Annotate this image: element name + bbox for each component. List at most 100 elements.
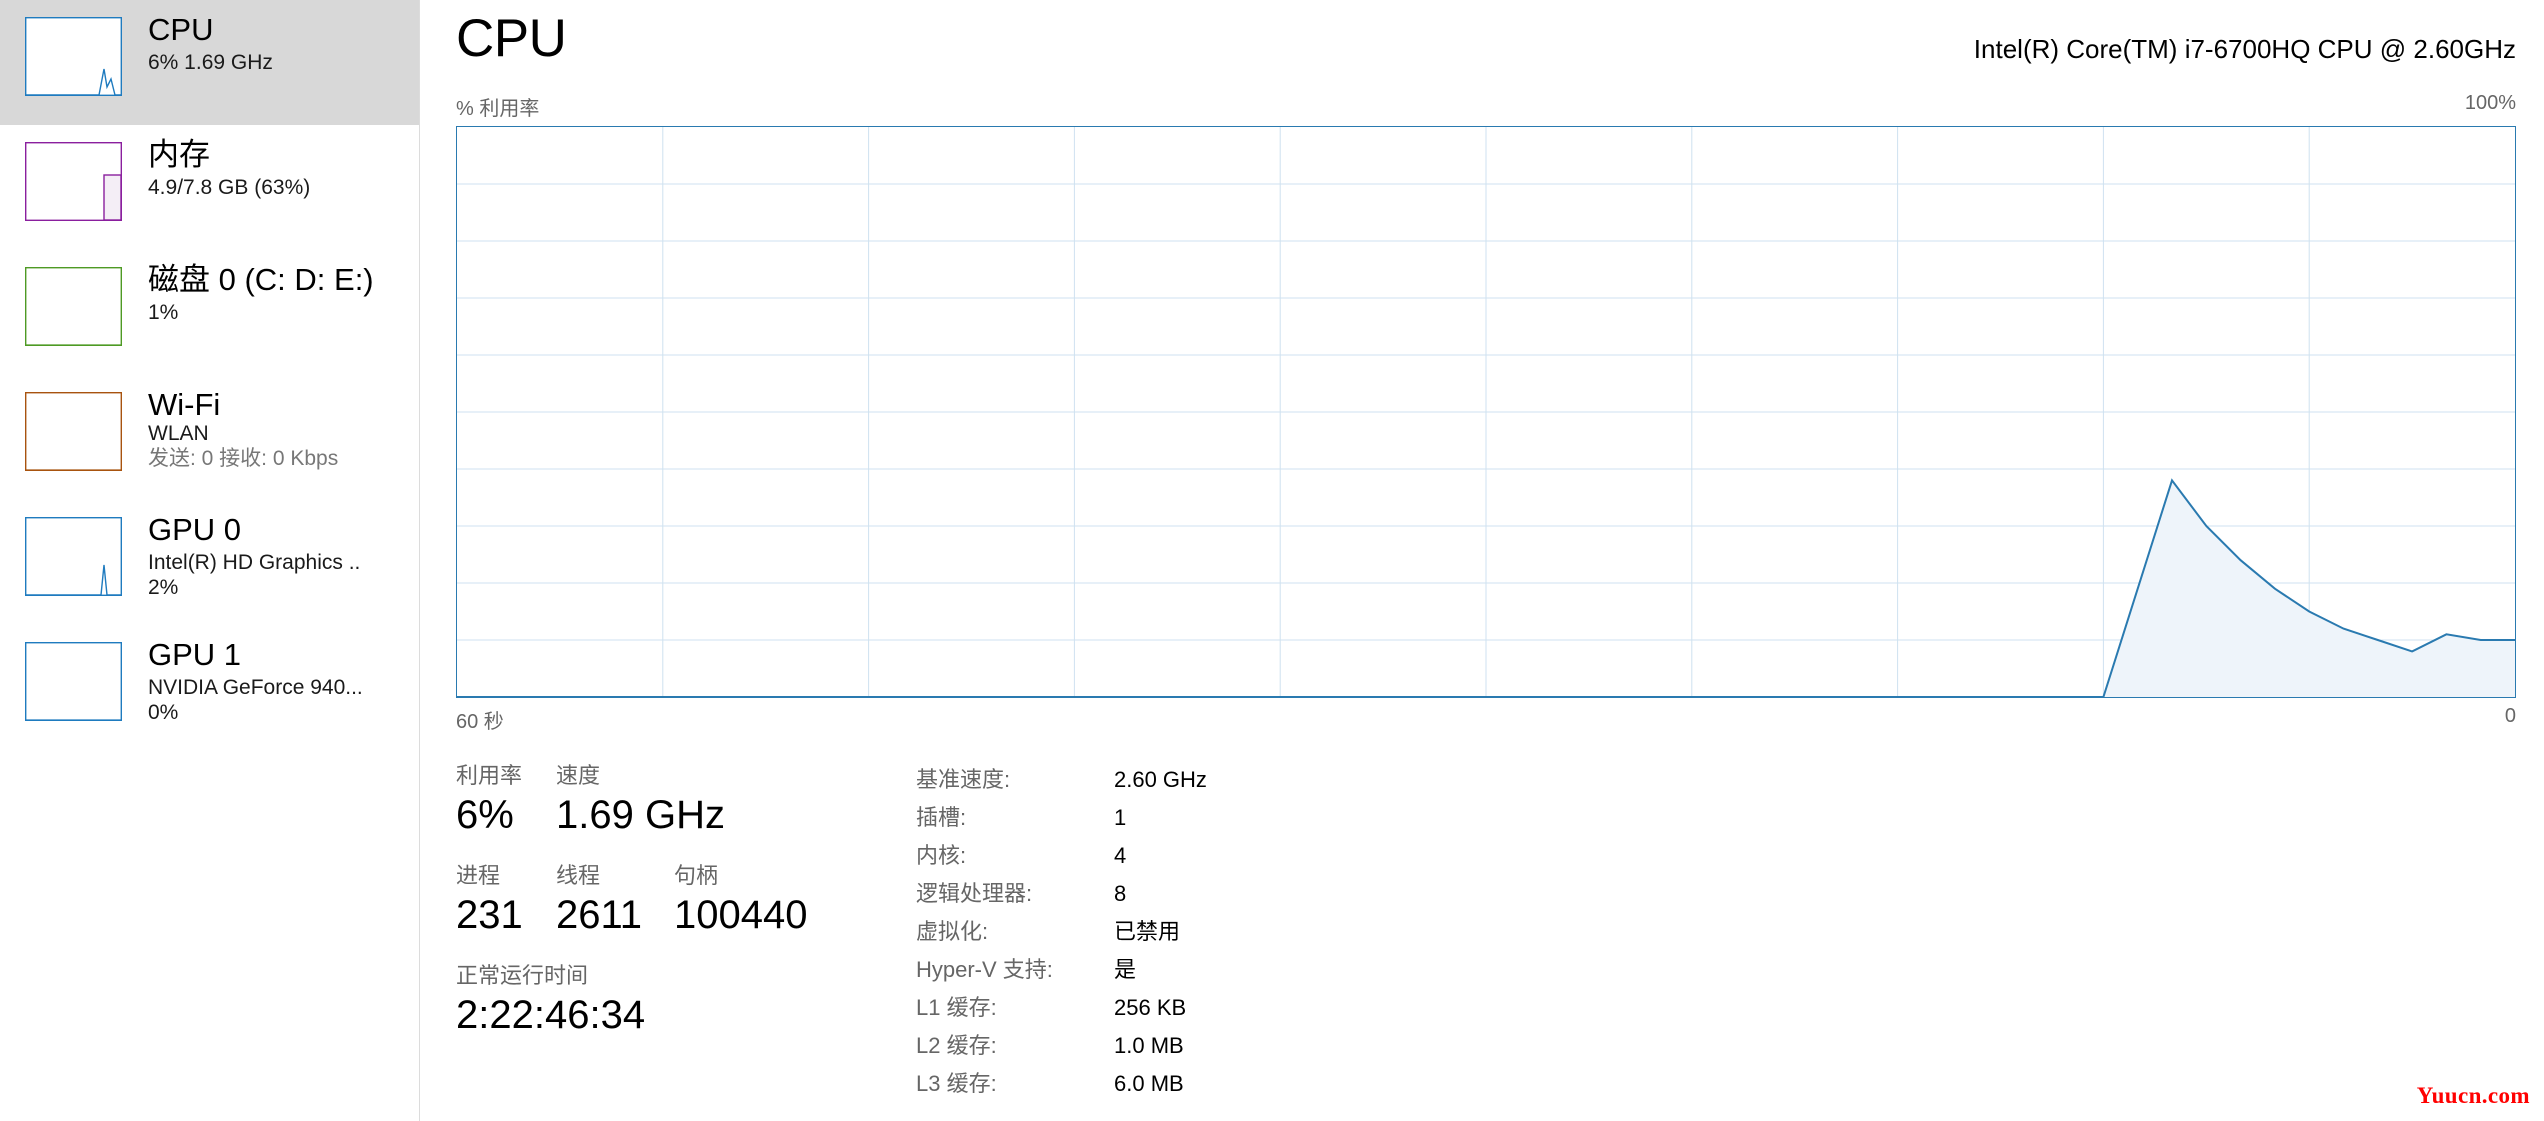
sidebar-item-label: GPU 1 <box>148 637 242 672</box>
spec-key: L3 缓存: <box>916 1071 997 1096</box>
sidebar-item-gpu-1[interactable]: GPU 1 NVIDIA GeForce 940... 0% <box>0 625 419 750</box>
sidebar-item-text: GPU 1 NVIDIA GeForce 940... 0% <box>148 638 363 725</box>
speed-value: 1.69 GHz <box>556 793 725 837</box>
spec-value: 已禁用 <box>1114 919 1181 944</box>
spec-row: L2 缓存: 1.0 MB <box>916 1028 1207 1066</box>
spec-key: 逻辑处理器: <box>916 881 1033 906</box>
sidebar-item-cpu[interactable]: CPU 6% 1.69 GHz <box>0 0 419 125</box>
spec-key: 插槽: <box>916 805 967 830</box>
speed-label: 速度 <box>556 763 601 788</box>
sidebar-item-label: Wi-Fi <box>148 387 221 422</box>
uptime-value: 2:22:46:34 <box>456 993 646 1037</box>
stat-utilization: 利用率 6% <box>456 758 556 838</box>
chart-top-labels: % 利用率 100% <box>456 92 2516 126</box>
spec-value: 是 <box>1114 957 1137 982</box>
sidebar-thumbnail-cpu-icon <box>25 17 122 96</box>
spec-row: 内核: 4 <box>916 838 1207 876</box>
spec-value: 1.0 MB <box>1114 1033 1184 1058</box>
sidebar-item-text: GPU 0 Intel(R) HD Graphics .. 2% <box>148 513 360 600</box>
sidebar-item-label: 内存 <box>148 137 210 172</box>
sidebar-item-text: Wi-Fi WLAN 发送: 0 接收: 0 Kbps <box>148 388 338 471</box>
handles-value: 100440 <box>674 893 808 937</box>
chart-plot-area[interactable] <box>456 126 2516 698</box>
stat-processes: 进程 231 <box>456 858 556 938</box>
utilization-label: 利用率 <box>456 763 523 788</box>
stats-primary: 利用率 6% 速度 1.69 GHz 进程 231 线程 2611 句柄 100… <box>456 758 856 1104</box>
spec-key: L1 缓存: <box>916 995 997 1020</box>
page-title: CPU <box>456 9 567 68</box>
spec-value: 256 KB <box>1114 995 1187 1020</box>
sidebar-item-subtitle: 6% 1.69 GHz <box>148 51 273 75</box>
sidebar-thumbnail-memory-icon <box>25 142 122 221</box>
spec-value: 6.0 MB <box>1114 1071 1184 1096</box>
spec-value: 8 <box>1114 881 1127 906</box>
spec-value: 2.60 GHz <box>1114 767 1207 792</box>
spec-row: Hyper-V 支持: 是 <box>916 952 1207 990</box>
cpu-model-label: Intel(R) Core(TM) i7-6700HQ CPU @ 2.60GH… <box>1973 34 2516 64</box>
spec-key: 基准速度: <box>916 767 1011 792</box>
spec-row: 逻辑处理器: 8 <box>916 876 1207 914</box>
spec-row: 虚拟化: 已禁用 <box>916 914 1207 952</box>
watermark: Yuucn.com <box>2416 1083 2530 1108</box>
chart-y-max-label: 100% <box>2464 92 2516 114</box>
stat-threads: 线程 2611 <box>556 858 674 938</box>
main-header: CPU Intel(R) Core(TM) i7-6700HQ CPU @ 2.… <box>420 0 2544 92</box>
cpu-utilization-chart: % 利用率 100% 60 秒 0 <box>456 92 2516 734</box>
sidebar-thumbnail-gpu-0-icon <box>25 517 122 596</box>
spec-key: L2 缓存: <box>916 1033 997 1058</box>
sidebar-item-text: 内存 4.9/7.8 GB (63%) <box>148 138 310 200</box>
spec-key: Hyper-V 支持: <box>916 957 1053 982</box>
threads-label: 线程 <box>556 863 601 888</box>
spec-value: 1 <box>1114 805 1127 830</box>
sidebar-item-subtitle-2: 发送: 0 接收: 0 Kbps <box>148 447 339 471</box>
sidebar-item-label: GPU 0 <box>148 512 242 547</box>
sidebar-item-memory[interactable]: 内存 4.9/7.8 GB (63%) <box>0 125 419 250</box>
spec-value: 4 <box>1114 843 1127 868</box>
chart-x-end-label: 0 <box>2504 705 2516 727</box>
spec-key: 虚拟化: <box>916 919 989 944</box>
sidebar-item-subtitle: Intel(R) HD Graphics .. <box>148 551 361 575</box>
sidebar-thumbnail-gpu-1-icon <box>25 642 122 721</box>
stat-uptime: 正常运行时间 2:22:46:34 <box>456 958 645 1038</box>
sidebar-item-gpu-0[interactable]: GPU 0 Intel(R) HD Graphics .. 2% <box>0 500 419 625</box>
spec-row: 插槽: 1 <box>916 800 1207 838</box>
chart-svg <box>457 127 2515 697</box>
sidebar-item-subtitle-2: 2% <box>148 576 179 600</box>
sidebar-item-label: 磁盘 0 (C: D: E:) <box>148 262 374 297</box>
stat-speed: 速度 1.69 GHz <box>556 758 756 838</box>
stats-spacer <box>456 838 856 858</box>
stats-specs: 基准速度: 2.60 GHz 插槽: 1 内核: 4 逻辑处理器: 8 虚拟化: 已禁用 Hyper… <box>916 758 1207 1104</box>
processes-value: 231 <box>456 893 523 937</box>
task-manager-window: CPU 6% 1.69 GHz 内存 4.9/7.8 GB (63%) 磁盘 0 (C:… <box>0 0 2544 1121</box>
sidebar-item-text: CPU 6% 1.69 GHz <box>148 13 273 75</box>
chart-y-axis-label: % 利用率 <box>456 98 540 120</box>
uptime-label: 正常运行时间 <box>456 963 589 988</box>
sidebar-item-subtitle-2: 0% <box>148 701 179 725</box>
resource-sidebar[interactable]: CPU 6% 1.69 GHz 内存 4.9/7.8 GB (63%) 磁盘 0 (C:… <box>0 0 420 1121</box>
stats-spacer-2 <box>456 938 856 958</box>
sidebar-item-subtitle: 1% <box>148 301 179 325</box>
stats-section: 利用率 6% 速度 1.69 GHz 进程 231 线程 2611 句柄 100… <box>456 758 2544 1104</box>
stats-row-uptime: 正常运行时间 2:22:46:34 <box>456 958 856 1038</box>
processes-label: 进程 <box>456 863 501 888</box>
sidebar-item-subtitle: WLAN <box>148 422 209 446</box>
sidebar-item-subtitle: NVIDIA GeForce 940... <box>148 676 363 700</box>
handles-label: 句柄 <box>674 863 719 888</box>
sidebar-item-label: CPU <box>148 12 214 47</box>
stats-row-utilization: 利用率 6% 速度 1.69 GHz <box>456 758 856 838</box>
spec-row: 基准速度: 2.60 GHz <box>916 762 1207 800</box>
sidebar-item-subtitle: 4.9/7.8 GB (63%) <box>148 176 311 200</box>
chart-bottom-labels: 60 秒 0 <box>456 698 2516 734</box>
spec-row: L1 缓存: 256 KB <box>916 990 1207 1028</box>
chart-x-start-label: 60 秒 <box>456 711 504 733</box>
stat-handles: 句柄 100440 <box>674 858 854 938</box>
spec-row: L3 缓存: 6.0 MB <box>916 1066 1207 1104</box>
threads-value: 2611 <box>556 893 643 937</box>
sidebar-thumbnail-wifi-icon <box>25 392 122 471</box>
sidebar-item-text: 磁盘 0 (C: D: E:) 1% <box>148 263 374 325</box>
stats-row-counts: 进程 231 线程 2611 句柄 100440 <box>456 858 856 938</box>
cpu-detail-pane: CPU Intel(R) Core(TM) i7-6700HQ CPU @ 2.… <box>420 0 2544 1121</box>
sidebar-item-wifi[interactable]: Wi-Fi WLAN 发送: 0 接收: 0 Kbps <box>0 375 419 500</box>
utilization-value: 6% <box>456 793 514 837</box>
sidebar-item-disk-0[interactable]: 磁盘 0 (C: D: E:) 1% <box>0 250 419 375</box>
